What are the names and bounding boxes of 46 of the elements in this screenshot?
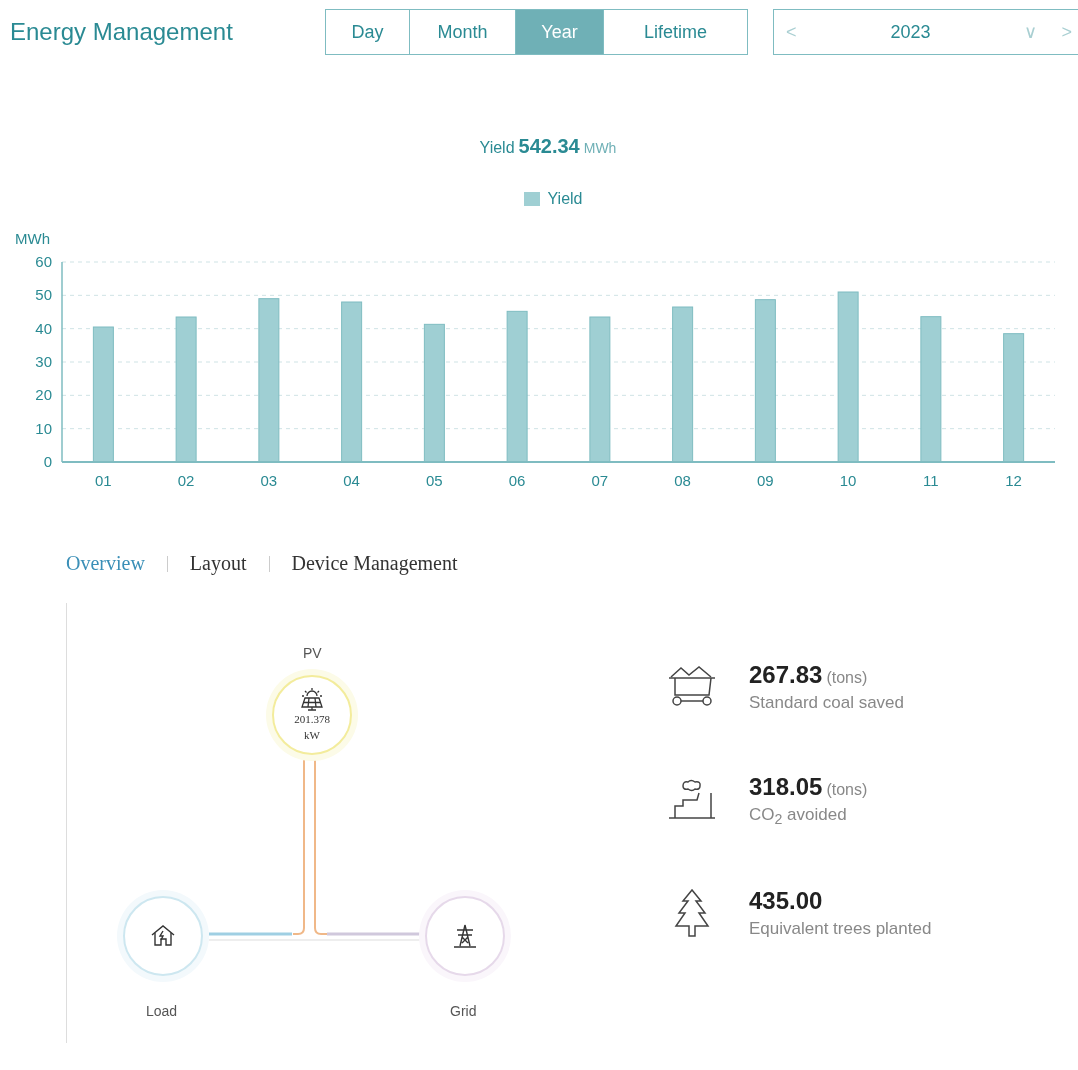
y-tick-label: 0 (43, 453, 52, 470)
section-tab[interactable]: Overview (66, 552, 145, 575)
y-tick-label: 60 (35, 253, 52, 270)
solar-panel-icon (299, 687, 325, 711)
stat-label: Standard coal saved (749, 693, 904, 713)
x-tick-label: 09 (757, 472, 774, 489)
yield-label: Yield (479, 139, 515, 156)
x-tick-label: 06 (508, 472, 526, 489)
pv-power-unit: kW (304, 728, 320, 743)
y-tick-label: 30 (35, 353, 52, 370)
x-tick-label: 01 (95, 472, 112, 489)
pv-power-value: 201.378 (294, 712, 330, 727)
stat-value: 318.05 (749, 773, 823, 800)
section-tab[interactable]: Layout (189, 552, 247, 575)
yield-unit: MWh (583, 140, 617, 156)
x-tick-label: 08 (674, 472, 691, 489)
stat-value: 435.00 (749, 887, 823, 915)
x-tick-label: 03 (260, 472, 278, 489)
stat-unit: (tons) (826, 669, 868, 686)
section-tab[interactable]: Device Management (291, 552, 458, 575)
yield-value: 542.34 (518, 135, 580, 157)
x-tick-label: 07 (591, 472, 609, 489)
house-icon (150, 924, 176, 948)
page-title: Energy Management (10, 18, 234, 46)
stat-value: 267.83 (749, 661, 823, 688)
y-axis-label: MWh (15, 230, 50, 247)
y-tick-label: 10 (35, 419, 52, 437)
load-label: Load (146, 1003, 178, 1019)
grid-label: Grid (450, 1003, 477, 1019)
x-tick-label: 05 (426, 472, 443, 489)
x-tick-label: 10 (839, 472, 857, 489)
x-tick-label: 04 (343, 472, 360, 489)
y-tick-label: 20 (35, 386, 52, 404)
pv-label: PV (303, 645, 322, 661)
stat-unit: (tons) (826, 781, 868, 798)
legend-label: Yield (547, 190, 583, 208)
y-tick-label: 50 (35, 286, 52, 304)
y-tick-label: 40 (35, 319, 52, 337)
year-value: 2023 (889, 21, 932, 43)
stat-label: Equivalent trees planted (749, 919, 932, 940)
stat-label: CO$_{2}$ avoided (749, 805, 848, 828)
x-tick-label: 11 (923, 472, 939, 489)
power-tower-icon (452, 923, 478, 949)
x-tick-label: 12 (1005, 472, 1022, 489)
period-tab[interactable]: Year (516, 10, 604, 54)
x-tick-label: 02 (177, 472, 195, 489)
